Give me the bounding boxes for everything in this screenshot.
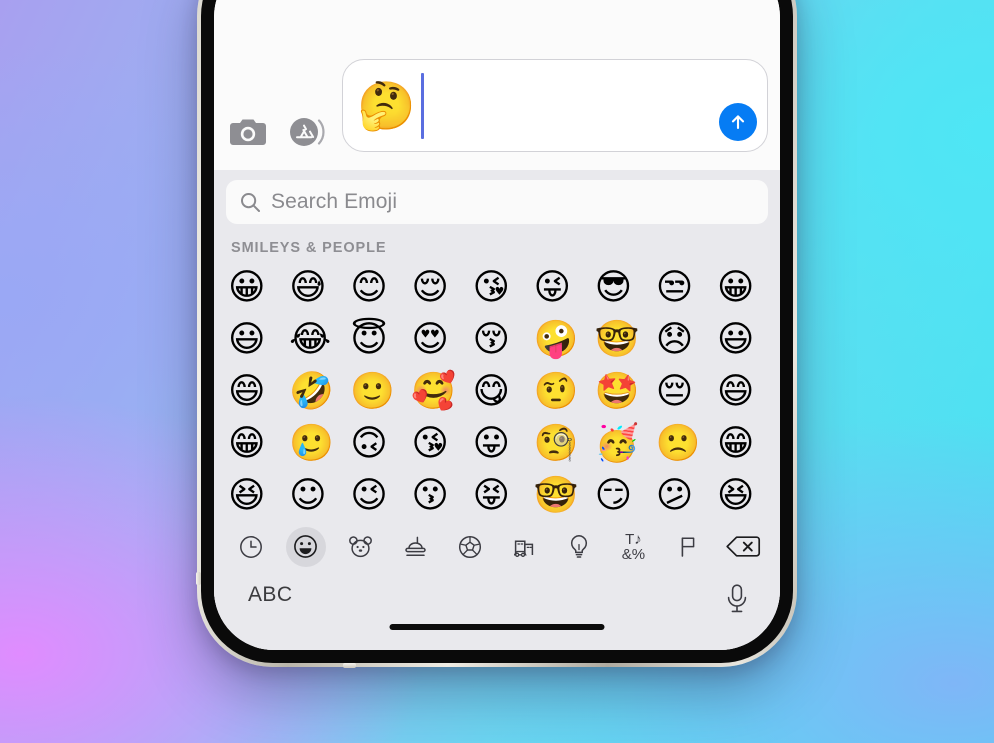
emoji-cell[interactable]: 😜 — [534, 262, 595, 314]
emoji-cell[interactable]: 😍 — [411, 314, 472, 366]
iphone-device: 🤔 Search Emoji SMILEYS & PEOPLE 😀 😅 😊 😌 … — [196, 0, 797, 668]
emoji-grid: 😀 😅 😊 😌 😘 😜 😎 😒 😀 😃 😂 😇 😍 😚 🤪 🤓 😞 😃 😄 🤣 🙂 🥰 😋 🤨 🤩 😔 😄 😁 🥲 🙃 😘 😛 🧐 🥳 🙁 😁 😆 ☺ 😉 😗… — [214, 262, 780, 522]
symbols-top-label: T♪ — [625, 530, 642, 548]
device-bezel: 🤔 Search Emoji SMILEYS & PEOPLE 😀 😅 😊 😌 … — [201, 0, 793, 663]
emoji-cell[interactable]: 😁 — [717, 418, 778, 470]
emoji-cell[interactable]: 😋 — [472, 366, 533, 418]
emoji-keyboard: Search Emoji SMILEYS & PEOPLE 😀 😅 😊 😌 😘 😜 😎 😒 😀 😃… — [214, 170, 780, 650]
emoji-cell[interactable]: 😚 — [472, 314, 533, 366]
category-tab-recents[interactable] — [224, 527, 279, 567]
keyboard-bottom-row: ABC — [214, 571, 780, 650]
message-text-input[interactable]: 🤔 — [342, 59, 768, 152]
emoji-cell[interactable]: 😄 — [228, 366, 289, 418]
emoji-cell[interactable]: 😛 — [472, 418, 533, 470]
typed-emoji: 🤔 — [357, 79, 416, 132]
bear-icon — [349, 535, 372, 557]
camera-icon[interactable] — [226, 110, 270, 154]
emoji-cell[interactable]: 😝 — [472, 470, 533, 522]
send-button[interactable] — [719, 103, 757, 141]
emoji-cell[interactable]: ☺ — [289, 470, 350, 522]
emoji-cell[interactable]: 😆 — [228, 470, 289, 522]
microphone-icon[interactable] — [724, 583, 750, 617]
emoji-cell[interactable]: 🙂 — [350, 366, 411, 418]
app-store-icon[interactable] — [284, 110, 328, 154]
emoji-cell[interactable]: 😄 — [717, 366, 778, 418]
emoji-cell[interactable]: 😁 — [228, 418, 289, 470]
emoji-cell[interactable]: 🤓 — [595, 314, 656, 366]
emoji-cell[interactable]: 😅 — [289, 262, 350, 314]
emoji-cell[interactable]: 😞 — [656, 314, 717, 366]
soccer-ball-icon — [458, 535, 481, 558]
emoji-cell[interactable]: 😏 — [595, 470, 656, 522]
emoji-cell[interactable]: 😎 — [595, 262, 656, 314]
device-screen: 🤔 Search Emoji SMILEYS & PEOPLE 😀 😅 😊 😌 … — [214, 0, 780, 650]
symbols-bottom-label: &% — [621, 545, 646, 563]
backspace-icon — [725, 536, 760, 557]
flag-icon — [681, 537, 695, 557]
search-icon — [241, 193, 260, 212]
emoji-cell[interactable]: 😃 — [228, 314, 289, 366]
home-indicator — [389, 624, 605, 630]
emoji-cell[interactable]: 😌 — [411, 262, 472, 314]
emoji-cell[interactable]: 🤣 — [289, 366, 350, 418]
category-tab-objects[interactable] — [552, 527, 607, 567]
emoji-category-bar: T♪ &% — [214, 522, 780, 571]
emoji-cell[interactable]: 😂 — [289, 314, 350, 366]
emoji-cell[interactable]: 😗 — [411, 470, 472, 522]
emoji-cell[interactable]: 😊 — [350, 262, 411, 314]
category-tab-symbols[interactable]: T♪ &% — [606, 527, 661, 567]
smiley-icon — [294, 535, 318, 559]
emoji-cell[interactable]: 😇 — [350, 314, 411, 366]
car-building-icon — [513, 540, 533, 557]
emoji-cell[interactable]: 😒 — [656, 262, 717, 314]
category-tab-animals[interactable] — [333, 527, 388, 567]
search-placeholder: Search Emoji — [271, 190, 398, 213]
text-caret — [420, 72, 424, 139]
emoji-cell[interactable]: 😘 — [411, 418, 472, 470]
emoji-cell[interactable]: 🥳 — [595, 418, 656, 470]
category-tab-activity[interactable] — [442, 527, 497, 567]
clock-icon — [240, 535, 263, 558]
symbols-icon: T♪ &% — [622, 532, 645, 562]
lightbulb-icon — [570, 535, 587, 558]
emoji-cell[interactable]: 😀 — [228, 262, 289, 314]
emoji-cell[interactable]: 😀 — [717, 262, 778, 314]
category-tab-flags[interactable] — [661, 527, 716, 567]
emoji-cell[interactable]: 😕 — [656, 470, 717, 522]
emoji-cell[interactable]: 🤨 — [534, 366, 595, 418]
search-emoji-field[interactable]: Search Emoji — [226, 180, 768, 224]
emoji-cell[interactable]: 😉 — [350, 470, 411, 522]
emoji-cell[interactable]: 🧐 — [534, 418, 595, 470]
emoji-cell[interactable]: 🤩 — [595, 366, 656, 418]
category-tab-food[interactable] — [388, 527, 443, 567]
emoji-cell[interactable]: 🥰 — [411, 366, 472, 418]
emoji-cell[interactable]: 😆 — [717, 470, 778, 522]
food-icon — [404, 536, 426, 556]
emoji-cell[interactable]: 😘 — [472, 262, 533, 314]
emoji-cell[interactable]: 🙃 — [350, 418, 411, 470]
bottom-frame-notch — [343, 663, 356, 668]
emoji-section-title: SMILEYS & PEOPLE — [231, 240, 387, 256]
emoji-cell[interactable]: 🤓 — [534, 470, 595, 522]
category-tab-smileys[interactable] — [279, 526, 334, 567]
emoji-cell[interactable]: 🥲 — [289, 418, 350, 470]
category-tab-travel[interactable] — [497, 527, 552, 567]
search-container: Search Emoji — [214, 170, 780, 230]
emoji-cell[interactable]: 😃 — [717, 314, 778, 366]
abc-button[interactable]: ABC — [248, 583, 292, 607]
emoji-cell[interactable]: 😔 — [656, 366, 717, 418]
emoji-cell[interactable]: 🤪 — [534, 314, 595, 366]
emoji-cell[interactable]: 🙁 — [656, 418, 717, 470]
message-compose-bar: 🤔 — [214, 0, 780, 170]
delete-key[interactable] — [715, 527, 770, 567]
